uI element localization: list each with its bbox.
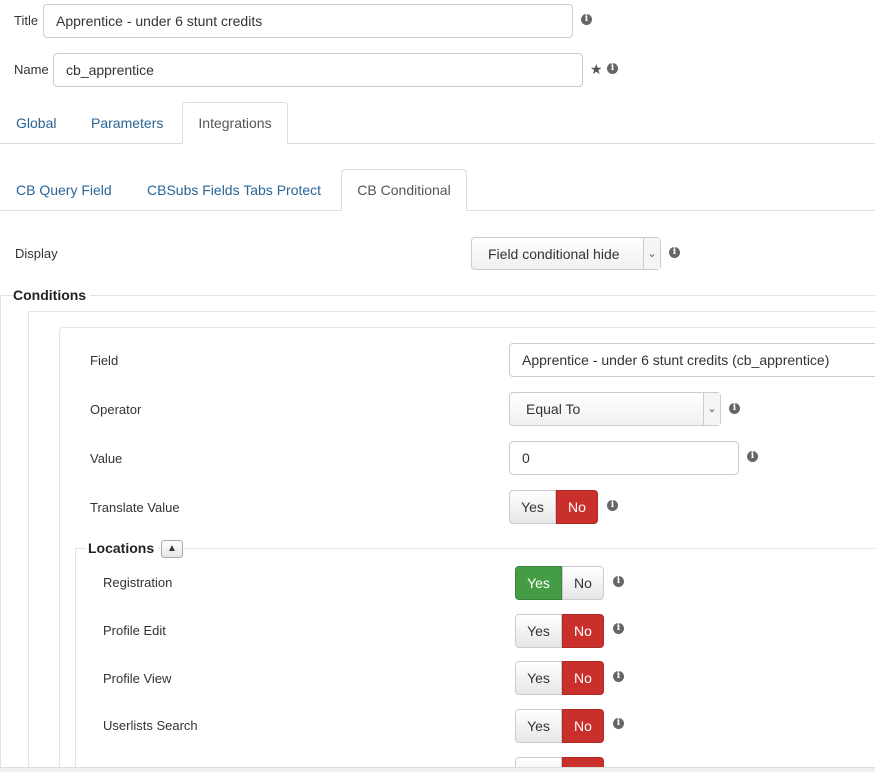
value-input[interactable] (509, 441, 739, 475)
operator-select[interactable]: Equal To ⌄ (509, 392, 721, 426)
location-userlists-search-label: Userlists Search (103, 718, 198, 733)
info-icon[interactable]: i (613, 671, 624, 682)
tab-integrations[interactable]: Integrations (182, 102, 288, 144)
tab-bar-divider (0, 143, 875, 144)
userlists-search-toggle[interactable]: Yes No (515, 709, 604, 743)
translate-no-button[interactable]: No (556, 490, 598, 524)
bottom-edge (0, 767, 875, 772)
locations-title: Locations (86, 540, 159, 556)
name-input[interactable] (53, 53, 583, 87)
locations-fieldset (75, 548, 875, 772)
operator-label: Operator (90, 402, 142, 417)
collapse-button[interactable]: ▲ (161, 540, 183, 558)
translate-value-toggle[interactable]: Yes No (509, 490, 598, 524)
tab-cb-query-field[interactable]: CB Query Field (16, 180, 112, 200)
profile-edit-yes-button[interactable]: Yes (515, 614, 562, 648)
info-icon[interactable]: i (613, 576, 624, 587)
info-icon[interactable]: i (613, 718, 624, 729)
chevron-down-icon: ⌄ (643, 238, 660, 269)
location-profile-edit-label: Profile Edit (103, 623, 166, 638)
display-select[interactable]: Field conditional hide ⌄ (471, 237, 661, 270)
profile-view-no-button[interactable]: No (562, 661, 604, 695)
userlists-search-no-button[interactable]: No (562, 709, 604, 743)
location-profile-view-label: Profile View (103, 671, 172, 686)
profile-edit-no-button[interactable]: No (562, 614, 604, 648)
title-input[interactable] (43, 4, 573, 38)
info-icon[interactable]: i (729, 403, 740, 414)
location-registration-label: Registration (103, 575, 173, 590)
profile-view-yes-button[interactable]: Yes (515, 661, 562, 695)
conditions-title: Conditions (13, 287, 91, 303)
tab-parameters[interactable]: Parameters (91, 113, 163, 133)
info-icon[interactable]: i (747, 451, 758, 462)
tab-global[interactable]: Global (16, 113, 56, 133)
info-icon[interactable]: i (581, 14, 592, 25)
title-label: Title (14, 13, 39, 28)
info-icon[interactable]: i (669, 247, 680, 258)
profile-view-toggle[interactable]: Yes No (515, 661, 604, 695)
info-icon[interactable]: i (613, 623, 624, 634)
tab-cbsubs-fields-tabs-protect[interactable]: CBSubs Fields Tabs Protect (147, 180, 321, 200)
value-label: Value (90, 451, 123, 466)
registration-yes-button[interactable]: Yes (515, 566, 562, 600)
chevron-up-icon: ▲ (167, 543, 177, 554)
operator-selected-value: Equal To (526, 401, 581, 417)
star-icon: ★ (590, 61, 603, 77)
info-icon[interactable]: i (607, 500, 618, 511)
tab-cb-conditional[interactable]: CB Conditional (341, 169, 467, 211)
translate-value-label: Translate Value (90, 500, 180, 515)
name-label: Name (14, 62, 49, 77)
field-select[interactable]: Apprentice - under 6 stunt credits (cb_a… (509, 343, 875, 377)
registration-no-button[interactable]: No (562, 566, 604, 600)
display-label: Display (15, 246, 58, 261)
userlists-search-yes-button[interactable]: Yes (515, 709, 562, 743)
profile-edit-toggle[interactable]: Yes No (515, 614, 604, 648)
field-label: Field (90, 353, 119, 368)
translate-yes-button[interactable]: Yes (509, 490, 556, 524)
display-selected-value: Field conditional hide (488, 246, 620, 262)
chevron-down-icon: ⌄ (703, 393, 720, 425)
registration-toggle[interactable]: Yes No (515, 566, 604, 600)
info-icon[interactable]: i (607, 63, 618, 74)
field-selected-value: Apprentice - under 6 stunt credits (cb_a… (522, 352, 830, 368)
